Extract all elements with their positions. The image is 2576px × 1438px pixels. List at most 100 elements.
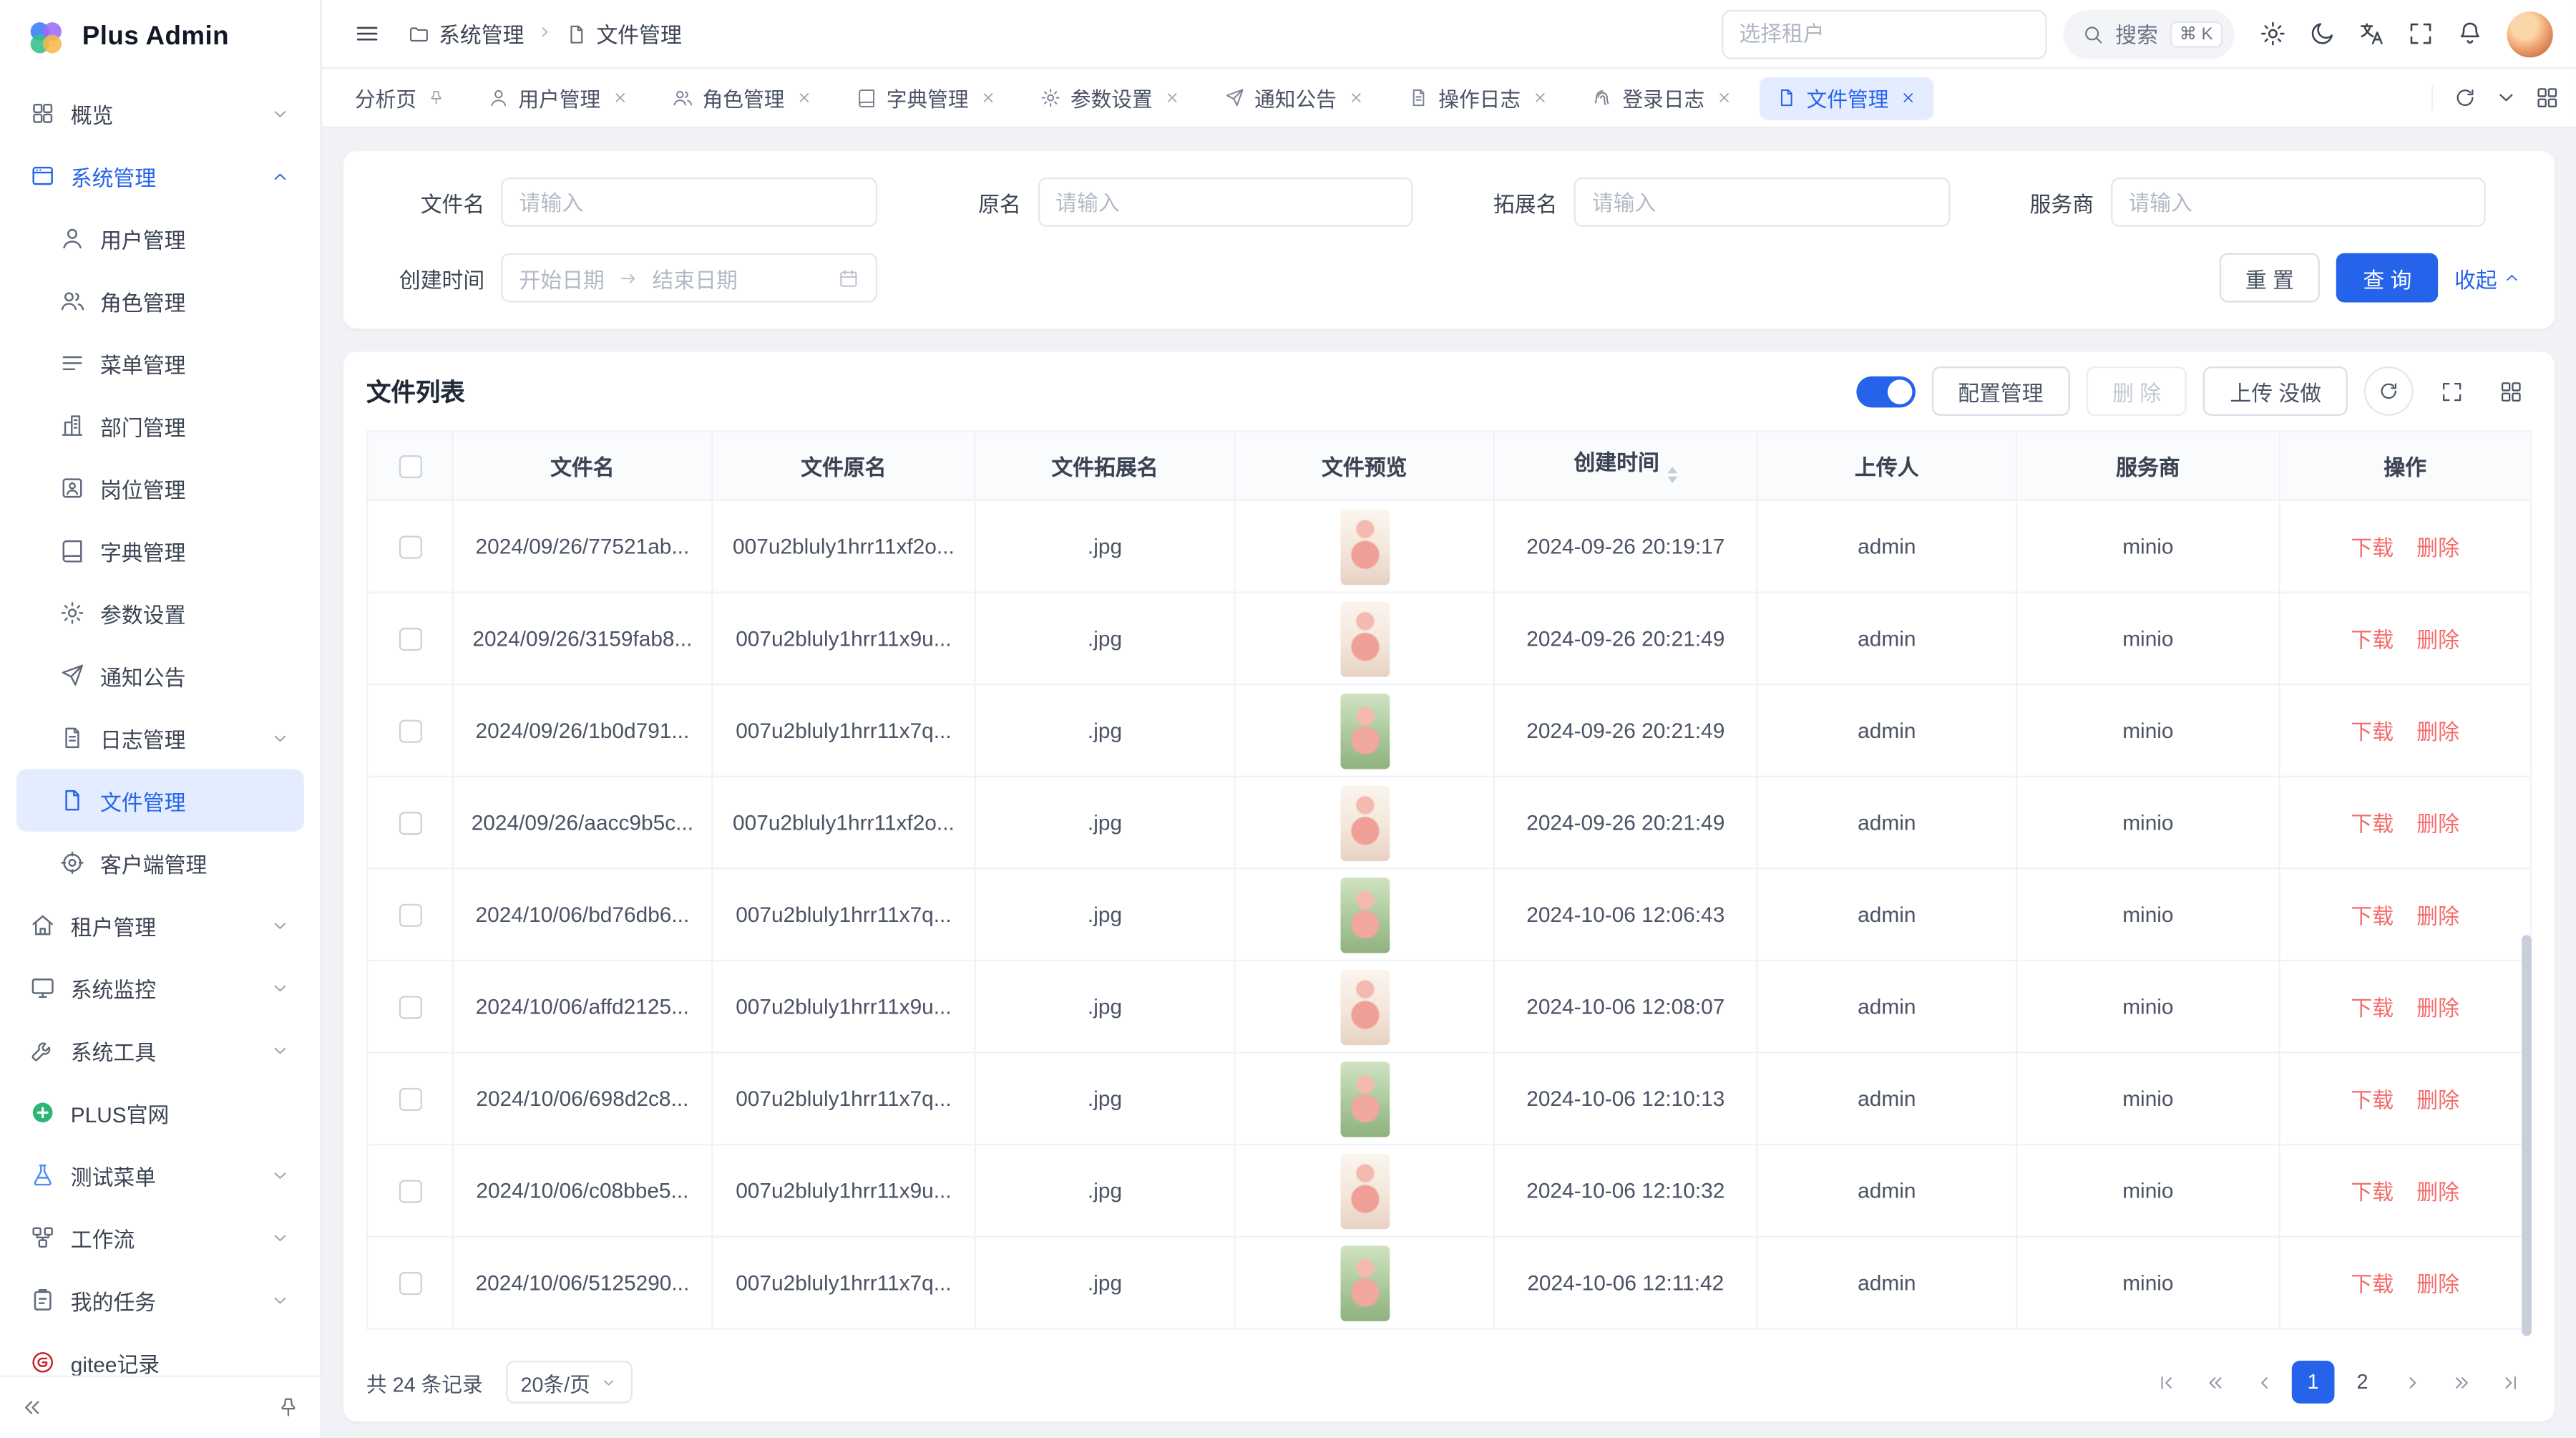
tab-user[interactable]: 用户管理 bbox=[471, 77, 645, 120]
refresh-tabs-icon[interactable] bbox=[2453, 85, 2477, 110]
file-preview-image[interactable] bbox=[1340, 1245, 1389, 1321]
config-button[interactable]: 配置管理 bbox=[1931, 366, 2069, 416]
tab-op-log[interactable]: 操作日志 bbox=[1391, 77, 1565, 120]
breadcrumb-item-file[interactable]: 文件管理 bbox=[565, 18, 682, 49]
row-checkbox[interactable] bbox=[399, 1273, 421, 1296]
last-page-button[interactable] bbox=[2489, 1361, 2532, 1404]
refresh-table-button[interactable] bbox=[2364, 366, 2414, 416]
download-link[interactable]: 下载 bbox=[2351, 904, 2394, 928]
fullscreen-table-button[interactable] bbox=[2430, 370, 2473, 413]
file-preview-image[interactable] bbox=[1340, 693, 1389, 769]
next-5-pages-button[interactable] bbox=[2439, 1361, 2482, 1404]
sidebar-item-workflow[interactable]: 工作流 bbox=[16, 1206, 304, 1268]
file-preview-image[interactable] bbox=[1340, 1153, 1389, 1229]
sidebar-item-overview[interactable]: 概览 bbox=[16, 82, 304, 145]
delete-link[interactable]: 删除 bbox=[2416, 996, 2459, 1020]
tab-role[interactable]: 角色管理 bbox=[655, 77, 829, 120]
download-link[interactable]: 下载 bbox=[2351, 996, 2394, 1020]
toggle-sidebar-button[interactable] bbox=[345, 12, 388, 55]
collapse-sidebar-icon[interactable] bbox=[20, 1395, 44, 1419]
sidebar-item-tenant[interactable]: 租户管理 bbox=[16, 894, 304, 956]
global-search[interactable]: 搜索 ⌘ K bbox=[2063, 9, 2235, 59]
user-avatar[interactable] bbox=[2507, 11, 2553, 57]
filter-input-extension[interactable] bbox=[1574, 178, 1949, 227]
tab-login-log[interactable]: 登录日志 bbox=[1575, 77, 1749, 120]
sort-icons[interactable] bbox=[1667, 461, 1677, 487]
file-preview-image[interactable] bbox=[1340, 877, 1389, 953]
sidebar-item-tools[interactable]: 系统工具 bbox=[16, 1019, 304, 1081]
page-1-button[interactable]: 1 bbox=[2292, 1361, 2335, 1404]
sidebar-item-param[interactable]: 参数设置 bbox=[16, 582, 304, 644]
delete-button[interactable]: 删 除 bbox=[2086, 366, 2187, 416]
row-checkbox[interactable] bbox=[399, 628, 421, 651]
reset-button[interactable]: 重 置 bbox=[2219, 253, 2320, 303]
page-size-select[interactable]: 20条/页 bbox=[506, 1361, 633, 1404]
filter-input-original-name[interactable] bbox=[1038, 178, 1413, 227]
row-checkbox[interactable] bbox=[399, 536, 421, 559]
app-logo[interactable]: Plus Admin bbox=[0, 0, 321, 76]
download-link[interactable]: 下载 bbox=[2351, 812, 2394, 836]
row-checkbox[interactable] bbox=[399, 720, 421, 743]
sidebar-item-post[interactable]: 岗位管理 bbox=[16, 457, 304, 519]
prev-page-button[interactable] bbox=[2243, 1361, 2285, 1404]
layout-settings-icon[interactable] bbox=[2535, 85, 2560, 110]
file-preview-image[interactable] bbox=[1340, 784, 1389, 860]
tab-file[interactable]: 文件管理 bbox=[1759, 77, 1933, 120]
sidebar-item-client[interactable]: 客户端管理 bbox=[16, 832, 304, 894]
dark-mode-button[interactable] bbox=[2300, 12, 2343, 55]
notifications-button[interactable] bbox=[2448, 12, 2491, 55]
file-preview-image[interactable] bbox=[1340, 968, 1389, 1044]
download-link[interactable]: 下载 bbox=[2351, 535, 2394, 560]
delete-link[interactable]: 删除 bbox=[2416, 1272, 2459, 1296]
filter-input-provider[interactable] bbox=[2110, 178, 2486, 227]
sidebar-item-notice[interactable]: 通知公告 bbox=[16, 644, 304, 706]
delete-link[interactable]: 删除 bbox=[2416, 720, 2459, 744]
sidebar-item-monitor[interactable]: 系统监控 bbox=[16, 956, 304, 1019]
download-link[interactable]: 下载 bbox=[2351, 1180, 2394, 1204]
table-scrollbar-thumb[interactable] bbox=[2522, 935, 2532, 1336]
download-link[interactable]: 下载 bbox=[2351, 628, 2394, 652]
download-link[interactable]: 下载 bbox=[2351, 1088, 2394, 1112]
file-preview-image[interactable] bbox=[1340, 509, 1389, 585]
download-link[interactable]: 下载 bbox=[2351, 720, 2394, 744]
page-2-button[interactable]: 2 bbox=[2341, 1361, 2384, 1404]
tab-analysis[interactable]: 分析页 bbox=[338, 77, 461, 120]
fullscreen-button[interactable] bbox=[2399, 12, 2441, 55]
row-checkbox[interactable] bbox=[399, 1089, 421, 1112]
toggle-switch[interactable] bbox=[1856, 376, 1916, 407]
row-checkbox[interactable] bbox=[399, 904, 421, 927]
delete-link[interactable]: 删除 bbox=[2416, 1088, 2459, 1112]
download-link[interactable]: 下载 bbox=[2351, 1272, 2394, 1296]
tab-menu-chevron-icon[interactable] bbox=[2494, 85, 2518, 110]
filter-input-file-name[interactable] bbox=[501, 178, 877, 227]
sidebar-item-gitee[interactable]: gitee记录 bbox=[16, 1331, 304, 1376]
row-checkbox[interactable] bbox=[399, 996, 421, 1019]
delete-link[interactable]: 删除 bbox=[2416, 628, 2459, 652]
delete-link[interactable]: 删除 bbox=[2416, 535, 2459, 560]
sidebar-item-test[interactable]: 测试菜单 bbox=[16, 1144, 304, 1206]
tab-notice[interactable]: 通知公告 bbox=[1207, 77, 1381, 120]
sidebar-item-system[interactable]: 系统管理 bbox=[16, 145, 304, 207]
sidebar-item-user[interactable]: 用户管理 bbox=[16, 207, 304, 269]
sidebar-item-plus-site[interactable]: PLUS官网 bbox=[16, 1082, 304, 1144]
date-range-input[interactable]: 开始日期 结束日期 bbox=[501, 253, 877, 303]
breadcrumb-item-system[interactable]: 系统管理 bbox=[407, 18, 524, 49]
file-preview-image[interactable] bbox=[1340, 601, 1389, 676]
sidebar-item-file[interactable]: 文件管理 bbox=[16, 769, 304, 831]
column-settings-button[interactable] bbox=[2489, 370, 2532, 413]
tab-param[interactable]: 参数设置 bbox=[1023, 77, 1196, 120]
row-checkbox[interactable] bbox=[399, 812, 421, 835]
delete-link[interactable]: 删除 bbox=[2416, 812, 2459, 836]
settings-button[interactable] bbox=[2250, 12, 2293, 55]
prev-5-pages-button[interactable] bbox=[2193, 1361, 2236, 1404]
tenant-select[interactable] bbox=[1721, 9, 2046, 59]
translate-button[interactable] bbox=[2349, 12, 2392, 55]
pin-sidebar-icon[interactable] bbox=[276, 1395, 301, 1419]
next-page-button[interactable] bbox=[2391, 1361, 2434, 1404]
delete-link[interactable]: 删除 bbox=[2416, 1180, 2459, 1204]
file-preview-image[interactable] bbox=[1340, 1061, 1389, 1137]
delete-link[interactable]: 删除 bbox=[2416, 904, 2459, 928]
collapse-filters-link[interactable]: 收起 bbox=[2454, 262, 2522, 293]
upload-button[interactable]: 上传 没做 bbox=[2204, 366, 2348, 416]
sidebar-item-menu[interactable]: 菜单管理 bbox=[16, 332, 304, 394]
